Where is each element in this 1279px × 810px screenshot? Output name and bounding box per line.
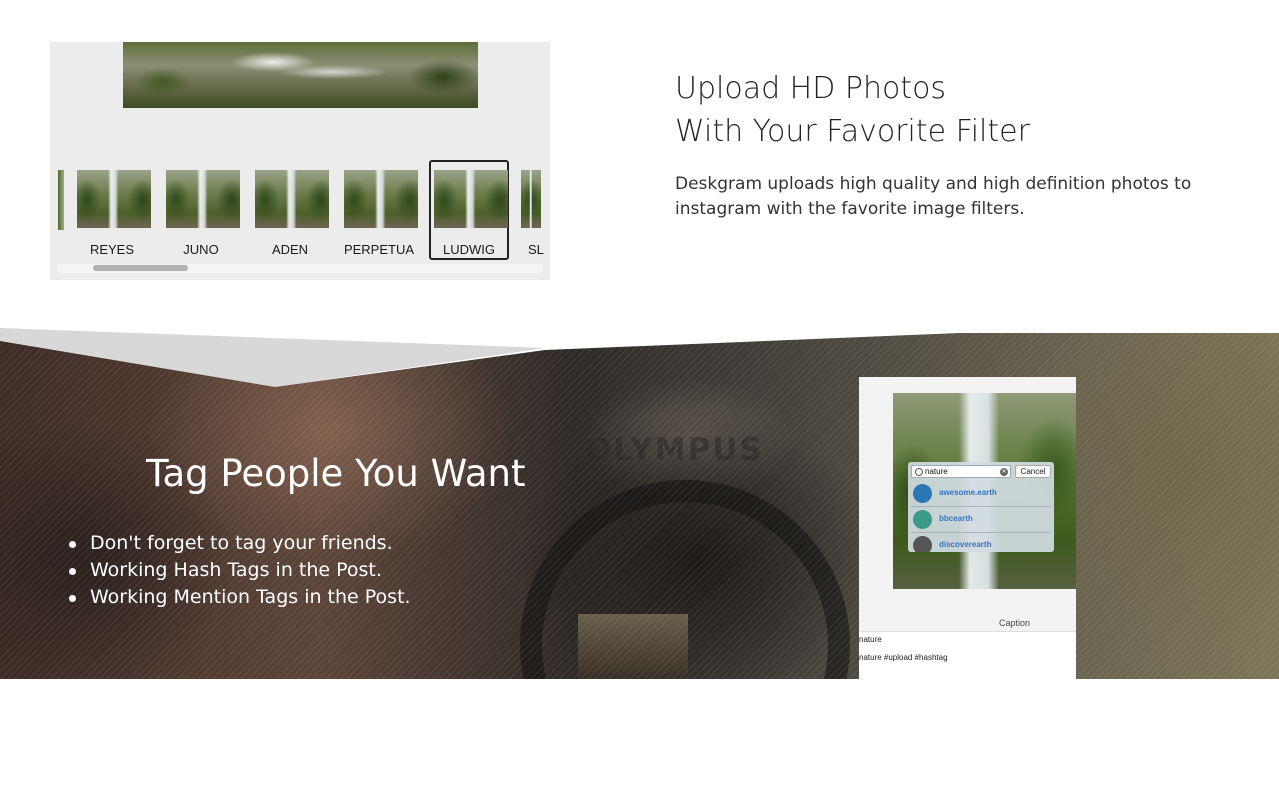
search-input-value: nature <box>925 467 948 476</box>
upload-description-line1: Deskgram uploads high quality and high d… <box>675 174 1192 194</box>
avatar <box>913 510 932 529</box>
filter-label: ADEN <box>271 242 309 257</box>
search-result-row[interactable]: discoverearth <box>911 534 1051 552</box>
search-result-row[interactable]: awesome.earth <box>911 482 1051 507</box>
list-item: Don't forget to tag your friends. <box>67 530 411 557</box>
upload-description-line2: instagram with the favorite image filter… <box>675 199 1025 219</box>
filter-thumbnail[interactable] <box>255 170 329 228</box>
upload-description: Deskgram uploads high quality and high d… <box>675 172 1235 222</box>
filter-ludwig-selected[interactable]: LUDWIG <box>429 160 509 260</box>
caption-text-line2: nature #upload #hashtag <box>859 653 948 662</box>
camera-brand-text: OLYMPUS <box>585 432 764 468</box>
filter-perpetua[interactable]: PERPETUA <box>339 160 419 260</box>
result-username: awesome.earth <box>939 488 997 497</box>
list-item: Working Mention Tags in the Post. <box>67 584 411 611</box>
filter-strip: REYES JUNO ADEN PERPETUA LUDWIG SL <box>50 160 550 260</box>
tag-search-input[interactable]: nature ✕ <box>911 465 1011 478</box>
search-result-row[interactable]: bbcearth <box>911 508 1051 533</box>
result-username: bbcearth <box>939 514 973 523</box>
horizontal-scrollbar-thumb[interactable] <box>93 265 188 271</box>
filter-thumbnail[interactable] <box>434 170 508 228</box>
filter-label: SL <box>528 242 544 257</box>
filter-label: JUNO <box>183 242 219 257</box>
preview-photo <box>123 42 478 108</box>
caption-label: Caption <box>999 618 1031 628</box>
search-icon <box>915 468 923 476</box>
filter-screenshot: REYES JUNO ADEN PERPETUA LUDWIG SL <box>50 42 550 280</box>
tag-headline: Tag People You Want <box>146 452 526 495</box>
partial-filter-thumb-left[interactable] <box>58 170 64 230</box>
tag-feature-list: Don't forget to tag your friends. Workin… <box>67 530 411 611</box>
filter-thumbnail[interactable] <box>166 170 240 228</box>
filter-reyes[interactable]: REYES <box>72 160 152 260</box>
filter-aden[interactable]: ADEN <box>250 160 330 260</box>
avatar <box>913 484 932 503</box>
result-username: discoverearth <box>939 540 992 549</box>
tag-search-popup: nature ✕ Cancel awesome.earth bbcearth d… <box>908 462 1054 552</box>
upload-headline-line2: With Your Favorite Filter <box>675 114 1030 149</box>
upload-headline: Upload HD Photos With Your Favorite Filt… <box>675 67 1030 153</box>
camera-viewfinder <box>578 614 688 679</box>
caption-text-line1: nature <box>859 635 882 644</box>
tag-screenshot: nature ✕ Cancel awesome.earth bbcearth d… <box>859 377 1076 679</box>
filter-label: REYES <box>89 242 135 257</box>
filter-label: LUDWIG <box>443 242 495 257</box>
avatar <box>913 536 932 552</box>
filter-thumbnail[interactable] <box>77 170 151 228</box>
cancel-button[interactable]: Cancel <box>1015 465 1051 478</box>
upload-headline-line1: Upload HD Photos <box>675 71 947 106</box>
filter-partial-right[interactable]: SL <box>516 160 550 260</box>
filter-thumbnail[interactable] <box>344 170 418 228</box>
filter-thumbnail[interactable] <box>521 170 541 228</box>
clear-icon[interactable]: ✕ <box>1000 468 1008 476</box>
camera-lens-ring <box>520 480 850 679</box>
filter-label: PERPETUA <box>343 242 415 257</box>
filter-juno[interactable]: JUNO <box>161 160 241 260</box>
caption-textarea[interactable]: nature nature #upload #hashtag <box>859 631 1076 679</box>
list-item: Working Hash Tags in the Post. <box>67 557 411 584</box>
